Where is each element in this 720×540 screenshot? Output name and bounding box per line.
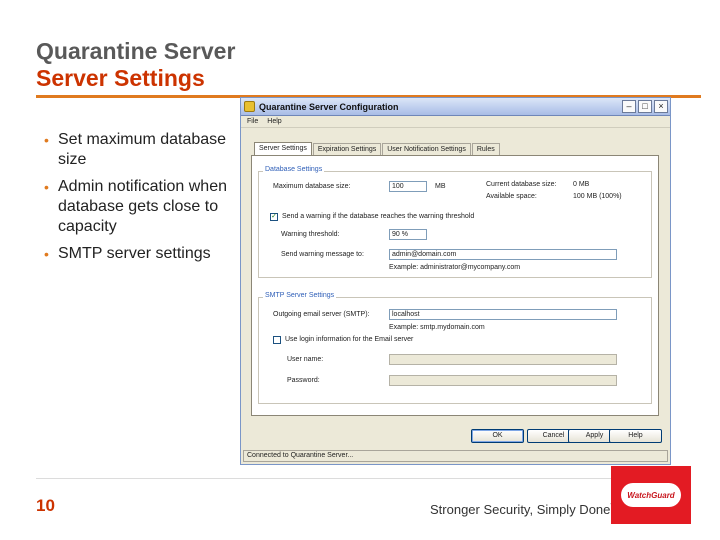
tab-strip: Server Settings Expiration Settings User…	[254, 142, 501, 156]
menu-file[interactable]: File	[247, 118, 258, 125]
login-checkbox-label: Use login information for the Email serv…	[285, 336, 414, 343]
send-to-label: Send warning message to:	[281, 251, 364, 258]
smtp-settings-group: SMTP Server Settings Outgoing email serv…	[258, 292, 652, 404]
footer-divider	[36, 478, 681, 479]
send-to-example: Example: administrator@mycompany.com	[389, 264, 521, 271]
close-icon[interactable]: ×	[654, 100, 668, 113]
logo-wordmark: WatchGuard	[621, 483, 681, 507]
tab-server-settings[interactable]: Server Settings	[254, 142, 312, 156]
footer-tagline: Stronger Security, Simply DoneTM	[430, 502, 621, 517]
menu-help[interactable]: Help	[267, 118, 281, 125]
database-group-label: Database Settings	[263, 166, 325, 173]
smtp-server-label: Outgoing email server (SMTP):	[273, 311, 370, 318]
slide-subtitle: Server Settings	[36, 65, 205, 91]
minimize-icon[interactable]: –	[622, 100, 636, 113]
smtp-group-label: SMTP Server Settings	[263, 292, 337, 299]
maximize-icon[interactable]: □	[638, 100, 652, 113]
threshold-input[interactable]: 90 %	[389, 229, 427, 240]
password-label: Password:	[287, 377, 320, 384]
threshold-label: Warning threshold:	[281, 231, 340, 238]
slide-title-main: Quarantine Server	[36, 38, 236, 64]
app-icon	[244, 101, 255, 112]
current-size-value: 0 MB	[573, 181, 590, 188]
ok-button[interactable]: OK	[471, 429, 524, 443]
smtp-server-input[interactable]: localhost	[389, 309, 617, 320]
watchguard-logo: WatchGuard	[611, 466, 691, 524]
bullet-list: Set maximum database size Admin notifica…	[42, 130, 227, 271]
max-size-unit: MB	[435, 183, 446, 190]
window-titlebar[interactable]: Quarantine Server Configuration – □ ×	[241, 98, 670, 116]
max-size-input[interactable]: 100	[389, 181, 427, 192]
login-checkbox[interactable]	[273, 336, 281, 344]
username-input[interactable]	[389, 354, 617, 365]
max-size-label: Maximum database size:	[273, 183, 351, 190]
menu-bar: File Help	[241, 116, 670, 128]
available-space-label: Available space:	[486, 193, 537, 200]
tagline-text: Stronger Security, Simply Done	[430, 502, 611, 517]
smtp-server-example: Example: smtp.mydomain.com	[389, 324, 485, 331]
page-number: 10	[36, 496, 55, 515]
bullet-item: Set maximum database size	[42, 130, 227, 170]
config-window: Quarantine Server Configuration – □ × Fi…	[240, 97, 671, 465]
database-settings-group: Database Settings Maximum database size:…	[258, 166, 652, 278]
bullet-item: SMTP server settings	[42, 244, 227, 264]
tab-panel: Database Settings Maximum database size:…	[251, 155, 659, 416]
slide-title: Quarantine Server Server Settings	[36, 38, 235, 92]
warning-checkbox[interactable]: ✓	[270, 213, 278, 221]
current-size-label: Current database size:	[486, 181, 557, 188]
send-to-input[interactable]: admin@domain.com	[389, 249, 617, 260]
bullet-item: Admin notification when database gets cl…	[42, 177, 227, 237]
username-label: User name:	[287, 356, 324, 363]
available-space-value: 100 MB (100%)	[573, 193, 622, 200]
status-bar: Connected to Quarantine Server...	[243, 450, 668, 462]
window-title: Quarantine Server Configuration	[259, 101, 399, 112]
warning-checkbox-label: Send a warning if the database reaches t…	[282, 213, 475, 220]
help-button[interactable]: Help	[609, 429, 662, 443]
password-input[interactable]	[389, 375, 617, 386]
